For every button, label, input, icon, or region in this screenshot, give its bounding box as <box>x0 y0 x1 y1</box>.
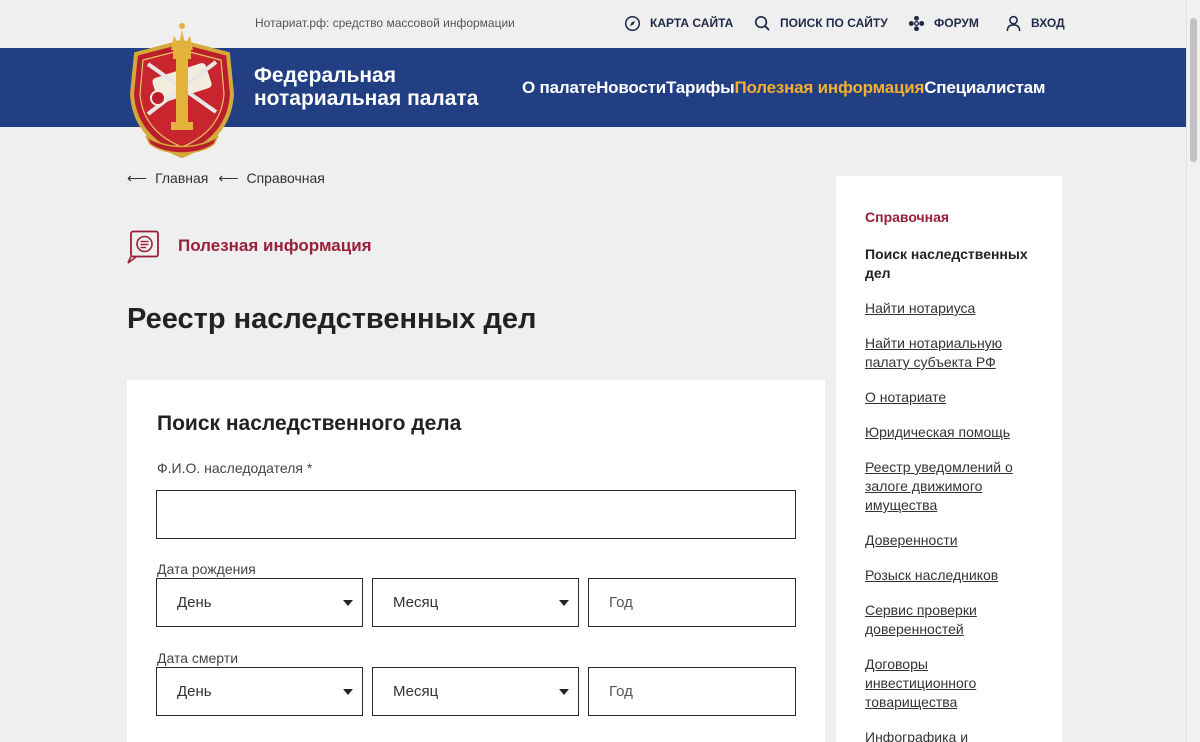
notary-chamber-emblem-logo[interactable] <box>124 16 240 160</box>
brand-line-1: Федеральная <box>254 64 396 87</box>
list-item: Юридическая помощь <box>865 423 1040 442</box>
search-icon <box>754 15 770 31</box>
caret-down-icon <box>559 600 569 606</box>
form-title: Поиск наследственного дела <box>157 412 462 435</box>
sidebar-item-heir-search[interactable]: Розыск наследников <box>865 567 998 583</box>
section-label: Полезная информация <box>178 236 372 255</box>
death-year-input[interactable] <box>588 667 796 716</box>
list-item: Розыск наследников <box>865 566 1040 585</box>
site-tagline: Нотариат.рф: средство массовой информаци… <box>255 16 515 30</box>
reference-sidebar: Справочная Поиск наследственных дел Найт… <box>836 176 1062 742</box>
birth-day-value: День <box>177 594 212 611</box>
death-month-select[interactable]: Месяц <box>372 667 579 716</box>
caret-down-icon <box>343 600 353 606</box>
sidebar-list: Поиск наследственных дел Найти нотариуса… <box>865 245 1040 742</box>
login-link[interactable]: ВХОД <box>1005 14 1065 32</box>
arrow-left-icon: ⟵ <box>127 170 148 186</box>
user-icon <box>1006 15 1021 31</box>
nav-about[interactable]: О палате <box>522 78 596 98</box>
sidebar-item-regional-chamber[interactable]: Найти нотариальную палату субъекта РФ <box>865 335 1002 370</box>
birth-month-value: Месяц <box>393 594 439 611</box>
nav-tariffs[interactable]: Тарифы <box>666 78 735 98</box>
nav-useful-info[interactable]: Полезная информация <box>734 78 924 98</box>
list-item: Инфографика и <box>865 728 1040 742</box>
death-date-label: Дата смерти <box>157 650 239 666</box>
sidebar-item-about-notariat[interactable]: О нотариате <box>865 389 946 405</box>
scrollbar-thumb[interactable] <box>1190 18 1197 162</box>
list-item: О нотариате <box>865 388 1040 407</box>
fio-input[interactable] <box>156 490 796 539</box>
death-day-select[interactable]: День <box>156 667 363 716</box>
brand-name[interactable]: Федеральная нотариальная палата <box>254 64 514 110</box>
site-search-label: ПОИСК ПО САЙТУ <box>780 16 888 30</box>
breadcrumb-reference[interactable]: Справочная <box>246 170 324 187</box>
list-item: Реестр уведомлений о залоге движимого им… <box>865 458 1040 515</box>
fio-label: Ф.И.О. наследодателя * <box>157 460 313 476</box>
breadcrumb: ⟵ Главная ⟵ Справочная <box>127 170 325 187</box>
compass-icon <box>624 15 641 31</box>
site-search-link[interactable]: ПОИСК ПО САЙТУ <box>754 14 888 32</box>
sidebar-item-inheritance-search: Поиск наследственных дел <box>865 246 1028 281</box>
sidebar-item-investment-partnership[interactable]: Договоры инвестиционного товарищества <box>865 656 976 710</box>
list-item: Найти нотариуса <box>865 299 1040 318</box>
forum-label: ФОРУМ <box>934 16 979 30</box>
sidebar-item-poa-check[interactable]: Сервис проверки доверенностей <box>865 602 977 637</box>
sidebar-item-find-notary[interactable]: Найти нотариуса <box>865 300 975 316</box>
nav-news[interactable]: Новости <box>596 78 666 98</box>
list-item: Договоры инвестиционного товарищества <box>865 655 1040 712</box>
sidebar-item-infographics[interactable]: Инфографика и <box>865 729 968 742</box>
sitemap-label: КАРТА САЙТА <box>650 16 734 30</box>
sidebar-item-power-of-attorney[interactable]: Доверенности <box>865 532 958 548</box>
birth-month-select[interactable]: Месяц <box>372 578 579 627</box>
list-item: Сервис проверки доверенностей <box>865 601 1040 639</box>
main-nav: О палате Новости Тарифы Полезная информа… <box>522 78 1045 98</box>
death-month-value: Месяц <box>393 683 439 700</box>
birth-day-select[interactable]: День <box>156 578 363 627</box>
arrow-left-icon: ⟵ <box>218 170 239 186</box>
caret-down-icon <box>343 689 353 695</box>
list-item: Найти нотариальную палату субъекта РФ <box>865 334 1040 372</box>
nav-specialists[interactable]: Специалистам <box>924 78 1045 98</box>
sitemap-link[interactable]: КАРТА САЙТА <box>624 14 733 32</box>
sidebar-item-legal-help[interactable]: Юридическая помощь <box>865 424 1010 440</box>
login-label: ВХОД <box>1031 16 1065 30</box>
caret-down-icon <box>559 689 569 695</box>
search-form-card: Поиск наследственного дела Ф.И.О. наслед… <box>127 380 825 742</box>
page-title: Реестр наследственных дел <box>127 303 537 335</box>
forum-link[interactable]: ФОРУМ <box>908 14 979 32</box>
chat-document-icon <box>127 230 159 264</box>
brand-line-2: нотариальная палата <box>254 87 479 110</box>
list-item: Доверенности <box>865 531 1040 550</box>
death-day-value: День <box>177 683 212 700</box>
birth-year-input[interactable] <box>588 578 796 627</box>
birth-date-label: Дата рождения <box>157 561 256 577</box>
sidebar-item-pledge-registry[interactable]: Реестр уведомлений о залоге движимого им… <box>865 459 1013 513</box>
sidebar-heading: Справочная <box>865 209 950 225</box>
forum-icon <box>908 15 925 31</box>
breadcrumb-home[interactable]: Главная <box>155 170 208 187</box>
